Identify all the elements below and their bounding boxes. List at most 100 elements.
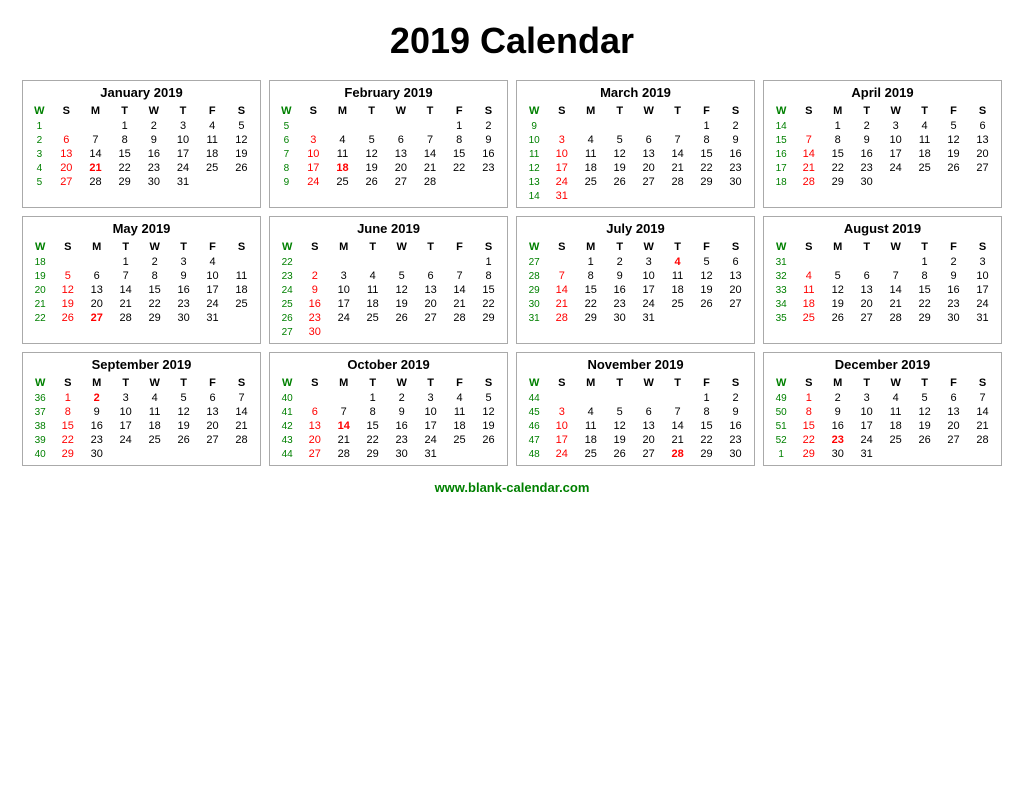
month-block: January 2019WSMTWTFS11234526789101112313… — [22, 80, 261, 208]
day-cell: 1 — [474, 255, 503, 269]
day-cell: 1 — [110, 119, 139, 133]
week-number: 5 — [274, 119, 299, 133]
day-cell: 27 — [52, 175, 81, 189]
day-cell: 25 — [663, 297, 692, 311]
day-cell: 2 — [852, 119, 881, 133]
day-header: T — [910, 239, 939, 255]
day-cell: 14 — [547, 283, 576, 297]
day-cell — [794, 255, 823, 269]
day-cell: 18 — [358, 297, 387, 311]
day-cell: 11 — [576, 419, 605, 433]
day-cell: 25 — [910, 161, 939, 175]
day-cell: 24 — [416, 433, 445, 447]
day-header: F — [198, 103, 227, 119]
day-cell — [198, 175, 227, 189]
day-cell: 7 — [968, 391, 997, 405]
day-cell: 11 — [576, 147, 605, 161]
day-header: W — [521, 103, 547, 119]
day-header: S — [968, 375, 997, 391]
day-cell: 2 — [140, 255, 169, 269]
day-cell: 28 — [445, 311, 474, 325]
day-cell: 19 — [605, 433, 634, 447]
day-cell: 13 — [968, 133, 997, 147]
day-cell: 6 — [300, 405, 329, 419]
day-cell: 29 — [474, 311, 503, 325]
day-cell: 31 — [852, 447, 881, 461]
day-cell: 12 — [169, 405, 198, 419]
day-header: T — [910, 375, 939, 391]
week-number: 1 — [27, 119, 52, 133]
day-header: S — [474, 239, 503, 255]
day-cell: 8 — [692, 405, 721, 419]
day-cell: 9 — [852, 133, 881, 147]
day-cell: 4 — [358, 269, 387, 283]
day-cell: 24 — [852, 433, 881, 447]
day-cell: 1 — [910, 255, 939, 269]
week-number: 34 — [768, 297, 794, 311]
day-header: F — [939, 239, 968, 255]
day-cell: 23 — [139, 161, 168, 175]
day-header: W — [387, 239, 416, 255]
day-cell: 27 — [198, 433, 227, 447]
day-cell — [329, 325, 358, 339]
day-cell: 10 — [547, 147, 576, 161]
day-cell: 6 — [939, 391, 968, 405]
day-cell: 25 — [227, 297, 256, 311]
page-title: 2019 Calendar — [390, 20, 634, 62]
week-number: 20 — [27, 283, 53, 297]
day-cell: 3 — [547, 133, 576, 147]
week-number: 39 — [27, 433, 53, 447]
day-cell: 24 — [198, 297, 227, 311]
day-cell: 14 — [663, 147, 692, 161]
day-cell: 9 — [82, 405, 111, 419]
day-header: W — [881, 103, 910, 119]
day-cell: 13 — [82, 283, 111, 297]
day-cell: 6 — [198, 391, 227, 405]
day-cell: 23 — [605, 297, 634, 311]
day-cell: 10 — [111, 405, 140, 419]
day-cell — [445, 447, 474, 461]
week-number: 41 — [274, 405, 300, 419]
week-number: 49 — [768, 391, 794, 405]
day-cell: 15 — [576, 283, 605, 297]
day-cell: 16 — [474, 147, 503, 161]
day-header: F — [198, 375, 227, 391]
month-block: March 2019WSMTWTFS9121034567891110111213… — [516, 80, 755, 208]
day-cell: 26 — [387, 311, 416, 325]
month-title: November 2019 — [521, 357, 750, 372]
day-cell — [474, 447, 503, 461]
day-cell: 5 — [939, 119, 968, 133]
day-cell: 31 — [547, 189, 576, 203]
day-header: S — [721, 239, 750, 255]
day-cell: 29 — [794, 447, 823, 461]
day-cell: 16 — [823, 419, 852, 433]
day-cell: 29 — [910, 311, 939, 325]
day-header: S — [227, 239, 256, 255]
day-cell: 17 — [299, 161, 328, 175]
day-cell: 2 — [721, 119, 750, 133]
day-header: W — [27, 103, 52, 119]
day-cell: 31 — [634, 311, 663, 325]
day-cell: 27 — [386, 175, 415, 189]
day-header: T — [169, 375, 198, 391]
day-cell: 8 — [140, 269, 169, 283]
month-title: June 2019 — [274, 221, 503, 236]
day-cell: 16 — [387, 419, 416, 433]
day-cell: 6 — [852, 269, 881, 283]
week-number: 5 — [27, 175, 52, 189]
day-header: S — [721, 103, 750, 119]
day-cell: 12 — [823, 283, 852, 297]
day-cell: 1 — [111, 255, 140, 269]
day-cell: 31 — [168, 175, 197, 189]
day-header: T — [169, 239, 198, 255]
day-cell: 15 — [358, 419, 387, 433]
day-cell: 26 — [227, 161, 256, 175]
day-cell: 2 — [300, 269, 329, 283]
footer-link[interactable]: www.blank-calendar.com — [435, 480, 590, 495]
day-cell: 15 — [692, 419, 721, 433]
day-cell — [328, 119, 357, 133]
day-cell: 21 — [227, 419, 256, 433]
day-cell: 2 — [474, 119, 503, 133]
month-title: September 2019 — [27, 357, 256, 372]
day-header: T — [111, 239, 140, 255]
